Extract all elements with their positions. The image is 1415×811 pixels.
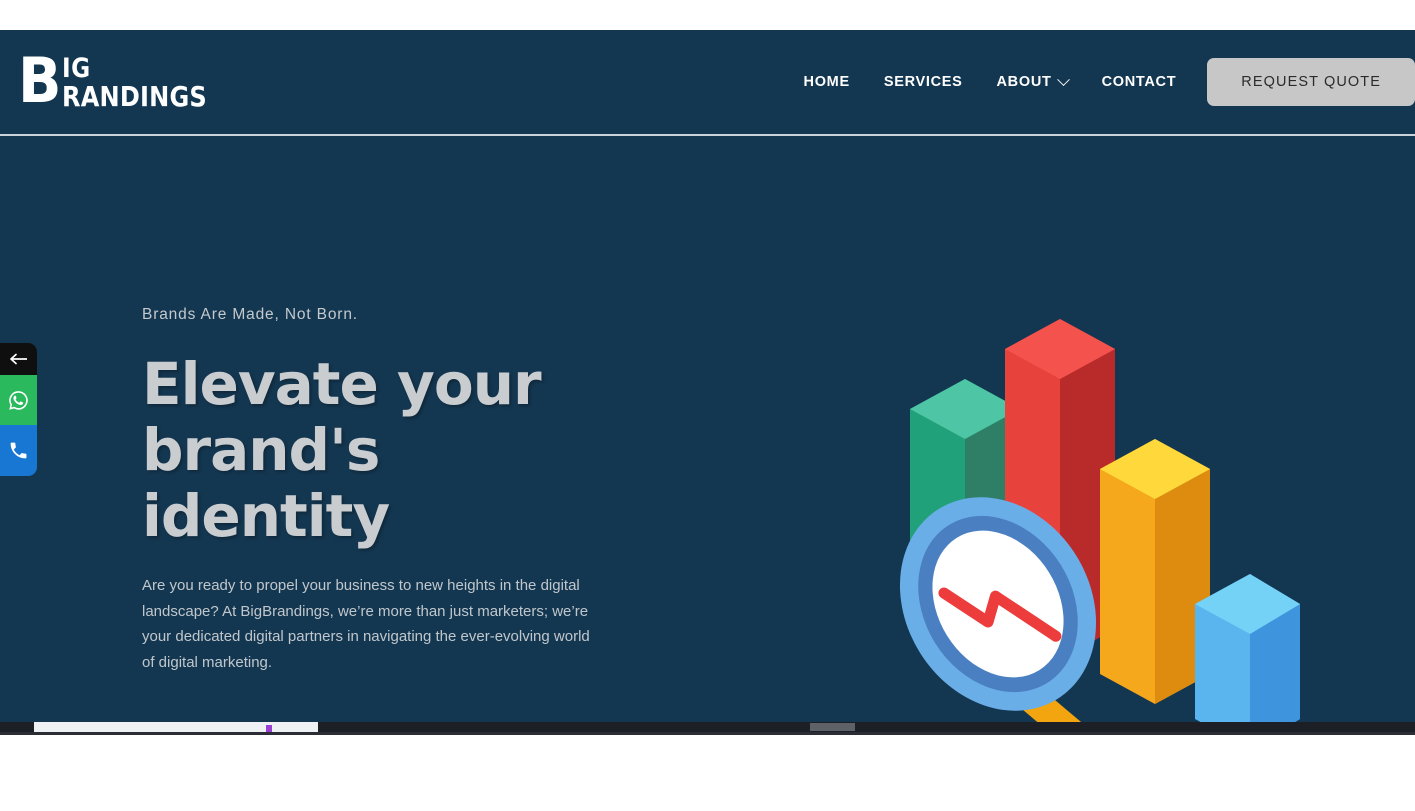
yellow-bar: [1100, 439, 1210, 704]
hero-headline: Elevate your brand's identity: [142, 351, 612, 549]
phone-call-button[interactable]: [0, 425, 37, 476]
top-white-band: [0, 0, 1415, 30]
background-window-accent: [266, 725, 272, 732]
main-navigation: HOME SERVICES ABOUT CONTACT REQUEST QUOT…: [787, 30, 1415, 134]
bottom-white-band: [0, 735, 1415, 811]
request-quote-button[interactable]: REQUEST QUOTE: [1207, 58, 1415, 106]
nav-item-services[interactable]: SERVICES: [867, 74, 980, 90]
phone-icon: [10, 442, 27, 459]
arrow-left-icon: [9, 353, 27, 365]
hero-paragraph: Are you ready to propel your business to…: [142, 577, 590, 671]
floating-contact-widget: [0, 343, 37, 476]
headline-line-1: Elevate your: [142, 350, 542, 418]
logo-text-randings: RANDINGS: [62, 80, 207, 113]
isometric-chart-svg: [899, 319, 1300, 722]
chevron-down-icon: [1056, 72, 1070, 86]
nav-label: CONTACT: [1101, 74, 1177, 90]
background-window-strip: [0, 722, 1415, 732]
nav-item-contact[interactable]: CONTACT: [1085, 74, 1194, 90]
whatsapp-button[interactable]: [0, 375, 37, 425]
logo-text-ig: IG: [62, 53, 91, 84]
hero-section: Brands Are Made, Not Born. Elevate your …: [0, 134, 1415, 722]
hero-tagline: Brands Are Made, Not Born.: [142, 306, 358, 323]
site-logo[interactable]: B IG RANDINGS: [18, 44, 218, 117]
whatsapp-icon: [9, 390, 28, 410]
nav-label: SERVICES: [883, 74, 963, 90]
headline-line-2: brand's identity: [142, 416, 390, 550]
horizontal-scrollbar-thumb[interactable]: [810, 723, 855, 731]
website-viewport: B IG RANDINGS HOME SERVICES ABOUT CONTAC…: [0, 30, 1415, 722]
site-header: B IG RANDINGS HOME SERVICES ABOUT CONTAC…: [0, 30, 1415, 136]
nav-item-about[interactable]: ABOUT: [980, 72, 1085, 90]
blue-bar: [1195, 574, 1300, 722]
background-window-edge: [34, 722, 318, 732]
hero-illustration: [880, 304, 1300, 722]
collapse-widget-button[interactable]: [0, 343, 37, 375]
nav-label: ABOUT: [996, 74, 1052, 90]
nav-label: HOME: [803, 74, 850, 90]
screenshot-root: B IG RANDINGS HOME SERVICES ABOUT CONTAC…: [0, 0, 1415, 811]
hero-copy: Brands Are Made, Not Born. Elevate your …: [142, 306, 612, 675]
nav-item-home[interactable]: HOME: [787, 74, 867, 90]
logo-letter-b: B: [18, 44, 61, 117]
